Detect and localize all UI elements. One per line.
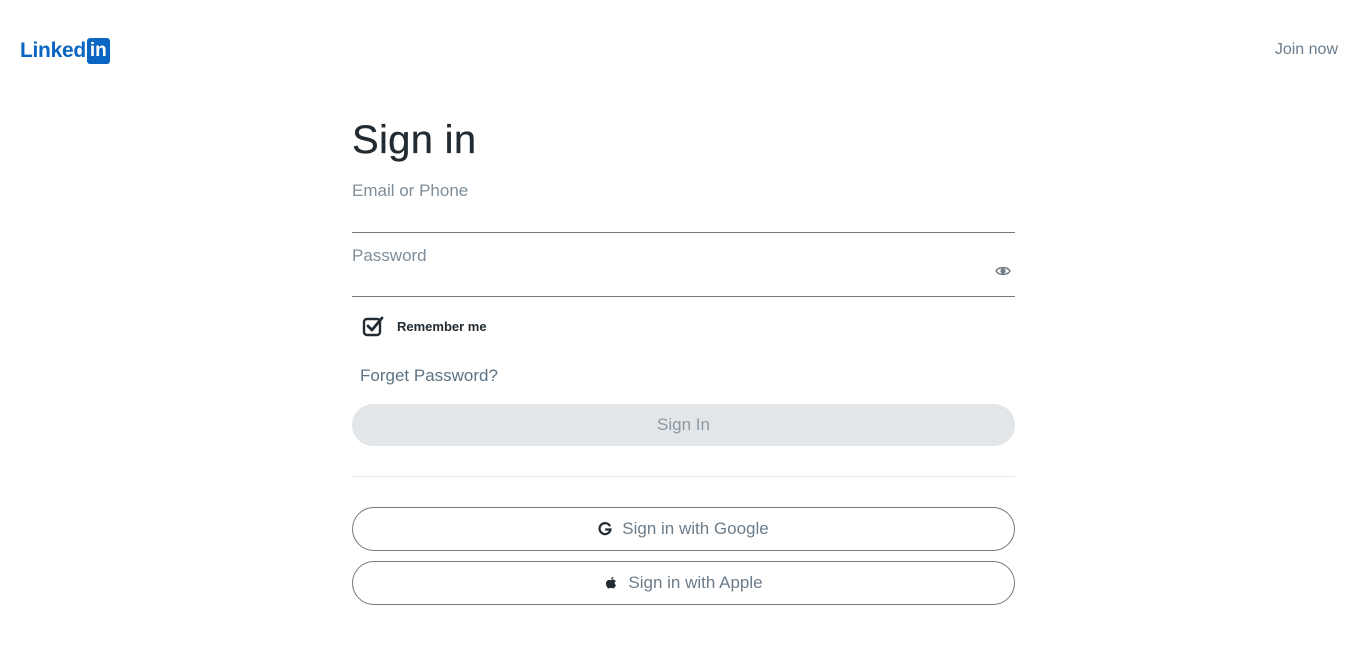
email-field-container	[352, 175, 1015, 233]
google-icon	[598, 522, 613, 536]
page-title: Sign in	[352, 118, 477, 162]
remember-me-label: Remember me	[397, 318, 487, 334]
password-field[interactable]	[352, 241, 1015, 296]
divider	[352, 476, 1015, 477]
join-now-link[interactable]: Join now	[1275, 41, 1338, 59]
apple-icon	[606, 576, 617, 589]
checkbox-checked-icon[interactable]	[362, 315, 384, 337]
apple-signin-button[interactable]: Sign in with Apple	[352, 561, 1015, 605]
password-field-container	[352, 241, 1015, 297]
sign-in-button[interactable]: Sign In	[352, 404, 1015, 446]
apple-signin-label: Sign in with Apple	[628, 573, 763, 592]
signin-form: Sign in Remember me Forget Password? Sig…	[352, 118, 1015, 605]
email-field[interactable]	[352, 175, 1015, 232]
logo-box: in	[86, 38, 110, 64]
eye-icon[interactable]	[995, 265, 1011, 277]
google-signin-button[interactable]: Sign in with Google	[352, 507, 1015, 551]
forget-password-link[interactable]: Forget Password?	[360, 366, 498, 386]
remember-me: Remember me	[362, 315, 1015, 337]
logo-text: Linked	[20, 39, 86, 62]
google-signin-label: Sign in with Google	[622, 519, 769, 538]
linkedin-logo[interactable]: Linked in	[20, 38, 110, 64]
